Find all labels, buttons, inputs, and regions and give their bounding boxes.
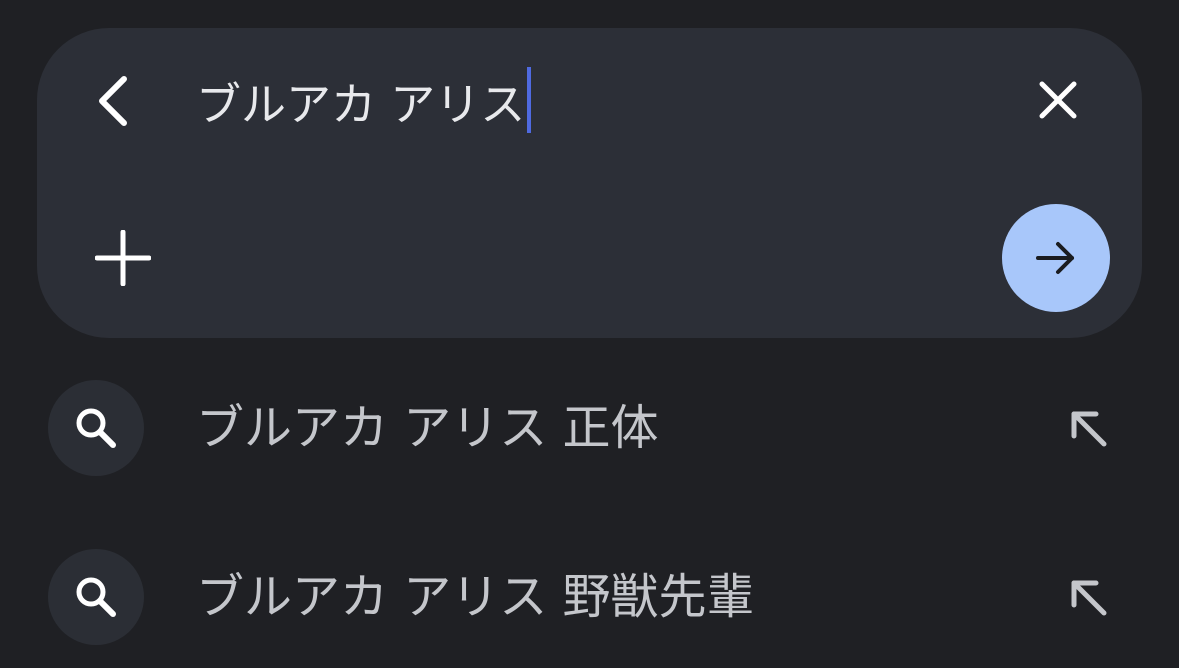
clear-button[interactable] xyxy=(1028,70,1088,130)
suggestion-item[interactable]: ブルアカ アリス 正体 xyxy=(0,373,1179,483)
suggestion-label: ブルアカ アリス 正体 xyxy=(196,400,659,456)
suggestion-item[interactable]: ブルアカ アリス 野獣先輩 xyxy=(0,542,1179,652)
close-icon xyxy=(1039,81,1077,119)
arrow-up-left-icon xyxy=(1071,411,1107,447)
back-button[interactable] xyxy=(84,68,144,134)
chevron-left-icon xyxy=(99,76,127,126)
search-icon xyxy=(76,408,116,448)
arrow-up-left-icon xyxy=(1071,580,1107,616)
search-query-text: ブルアカ アリス xyxy=(196,77,526,131)
suggestion-label: ブルアカ アリス 野獣先輩 xyxy=(196,569,755,625)
plus-icon xyxy=(95,230,151,286)
fill-query-button[interactable] xyxy=(1058,398,1118,458)
submit-search-button[interactable] xyxy=(1002,204,1110,312)
arrow-right-icon xyxy=(1036,242,1074,274)
text-caret xyxy=(527,67,532,133)
search-screen: ブルアカ アリス ブルアカ アリス 正体 ブルアカ アリス 野獣先輩 xyxy=(0,0,1179,668)
fill-query-button[interactable] xyxy=(1058,567,1118,627)
search-input[interactable]: ブルアカ アリス xyxy=(196,64,532,136)
search-icon xyxy=(76,577,116,617)
add-button[interactable] xyxy=(88,223,158,293)
suggestion-icon-container xyxy=(48,380,144,476)
suggestion-icon-container xyxy=(48,549,144,645)
